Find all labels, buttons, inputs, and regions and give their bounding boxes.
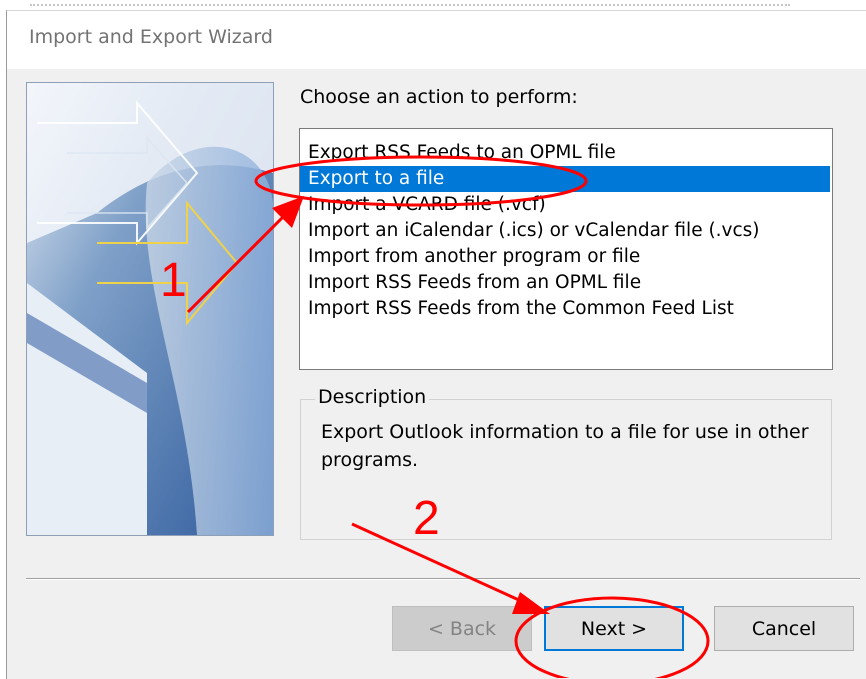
option-import-rss-opml[interactable]: Import RSS Feeds from an OPML file [300, 270, 830, 296]
option-import-icalendar[interactable]: Import an iCalendar (.ics) or vCalendar … [300, 218, 830, 244]
wizard-banner-graphic [27, 83, 273, 535]
action-prompt-label: Choose an action to perform: [300, 86, 578, 108]
option-import-from-program[interactable]: Import from another program or file [300, 244, 830, 270]
back-button[interactable]: < Back [392, 606, 532, 651]
description-legend: Description [315, 386, 430, 408]
description-text: Export Outlook information to a file for… [321, 421, 809, 471]
wizard-banner-image [26, 82, 274, 536]
option-import-vcard[interactable]: Import a VCARD file (.vcf) [300, 192, 830, 218]
option-export-to-file[interactable]: Export to a file [300, 166, 830, 192]
dialog-title: Import and Export Wizard [29, 26, 273, 48]
background-window-strip [0, 0, 866, 10]
annotation-step-2: 2 [413, 492, 440, 545]
description-groupbox: Description Export Outlook information t… [300, 386, 832, 540]
annotation-step-1: 1 [160, 254, 187, 307]
title-bar: Import and Export Wizard [7, 11, 866, 69]
action-listbox[interactable]: Export RSS Feeds to an OPML file Export … [299, 128, 833, 370]
next-button[interactable]: Next > [544, 606, 684, 651]
cancel-button[interactable]: Cancel [714, 606, 854, 651]
option-import-rss-common-feed[interactable]: Import RSS Feeds from the Common Feed Li… [300, 296, 830, 322]
option-export-rss-opml[interactable]: Export RSS Feeds to an OPML file [300, 140, 830, 166]
button-separator [26, 578, 860, 580]
